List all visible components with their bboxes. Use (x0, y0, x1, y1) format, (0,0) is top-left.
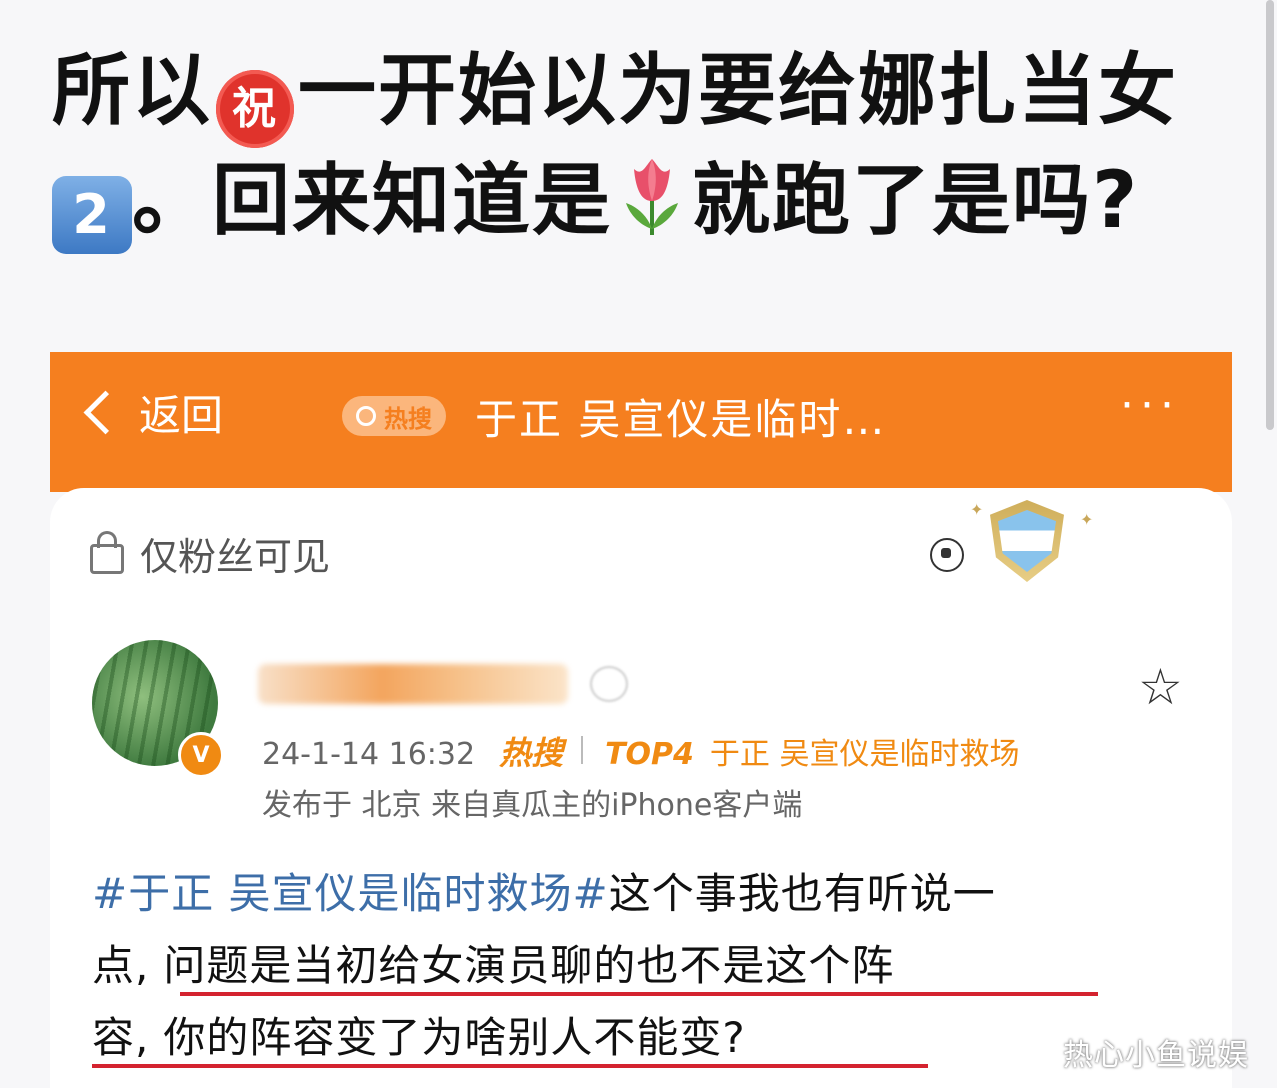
emoji-icon (590, 666, 628, 702)
scrollbar[interactable] (1266, 0, 1274, 430)
verified-icon: V (178, 732, 224, 778)
hot-search-label[interactable]: 热搜 (499, 728, 563, 774)
more-button[interactable]: ··· (1120, 380, 1180, 431)
hot-search-title[interactable]: 于正 吴宣仪是临时救场 (710, 729, 1020, 773)
sparkle-icon: ✦ (1080, 510, 1094, 529)
red-underline (180, 992, 1098, 996)
headline: 所以祝一开始以为要给娜扎当女 2 。回来知道是 就跑了是吗? (52, 38, 1252, 254)
navbar: 返回 热搜 于正 吴宣仪是临时… ··· (50, 352, 1232, 492)
hot-search-tag[interactable]: 热搜 (342, 396, 446, 436)
post-source: 发布于 北京 来自真瓜主的iPhone客户端 (262, 788, 803, 823)
sparkle-icon: ✦ (970, 500, 984, 519)
soccer-ball-icon (930, 538, 964, 572)
zhu-emoji-icon: 祝 (216, 70, 295, 148)
visibility-label: 仅粉丝可见 (90, 526, 330, 581)
headline-line-1: 所以祝一开始以为要给娜扎当女 (52, 38, 1252, 148)
nav-title: 于正 吴宣仪是临时… (475, 395, 887, 444)
back-button[interactable]: 返回 (83, 382, 223, 443)
decoration-badge: ✦ ✦ (930, 500, 1094, 600)
post-meta: 24-1-14 16:32 热搜 TOP4 于正 吴宣仪是临时救场 (262, 728, 1019, 774)
post-card: 仅粉丝可见 ✦ ✦ V ☆ 24-1-14 16:32 热搜 TOP4 于正 吴… (50, 488, 1232, 1088)
headline-line-2: 2 。回来知道是 就跑了是吗? (52, 148, 1252, 254)
red-underline (92, 1064, 928, 1068)
weibo-screenshot: 返回 热搜 于正 吴宣仪是临时… ··· 仅粉丝可见 ✦ ✦ V ☆ 24-1-… (50, 352, 1232, 1088)
topic-link[interactable]: #于正 吴宣仪是临时救场# (92, 869, 609, 918)
rank-label: TOP4 (605, 737, 694, 772)
star-icon[interactable]: ☆ (1138, 658, 1183, 716)
watermark: 热心小鱼说娱 (1063, 1038, 1249, 1073)
divider (581, 736, 584, 764)
keycap-two-icon: 2 (52, 176, 132, 254)
post-date: 24-1-14 16:32 (262, 737, 476, 772)
blurred-username[interactable] (258, 664, 568, 704)
post-body: #于正 吴宣仪是临时救场#这个事我也有听说一 点, 问题是当初给女演员聊的也不是这… (92, 869, 996, 1062)
tulip-icon (626, 159, 679, 235)
search-icon (356, 406, 376, 426)
chevron-left-icon (83, 390, 128, 435)
lock-icon (90, 530, 124, 574)
